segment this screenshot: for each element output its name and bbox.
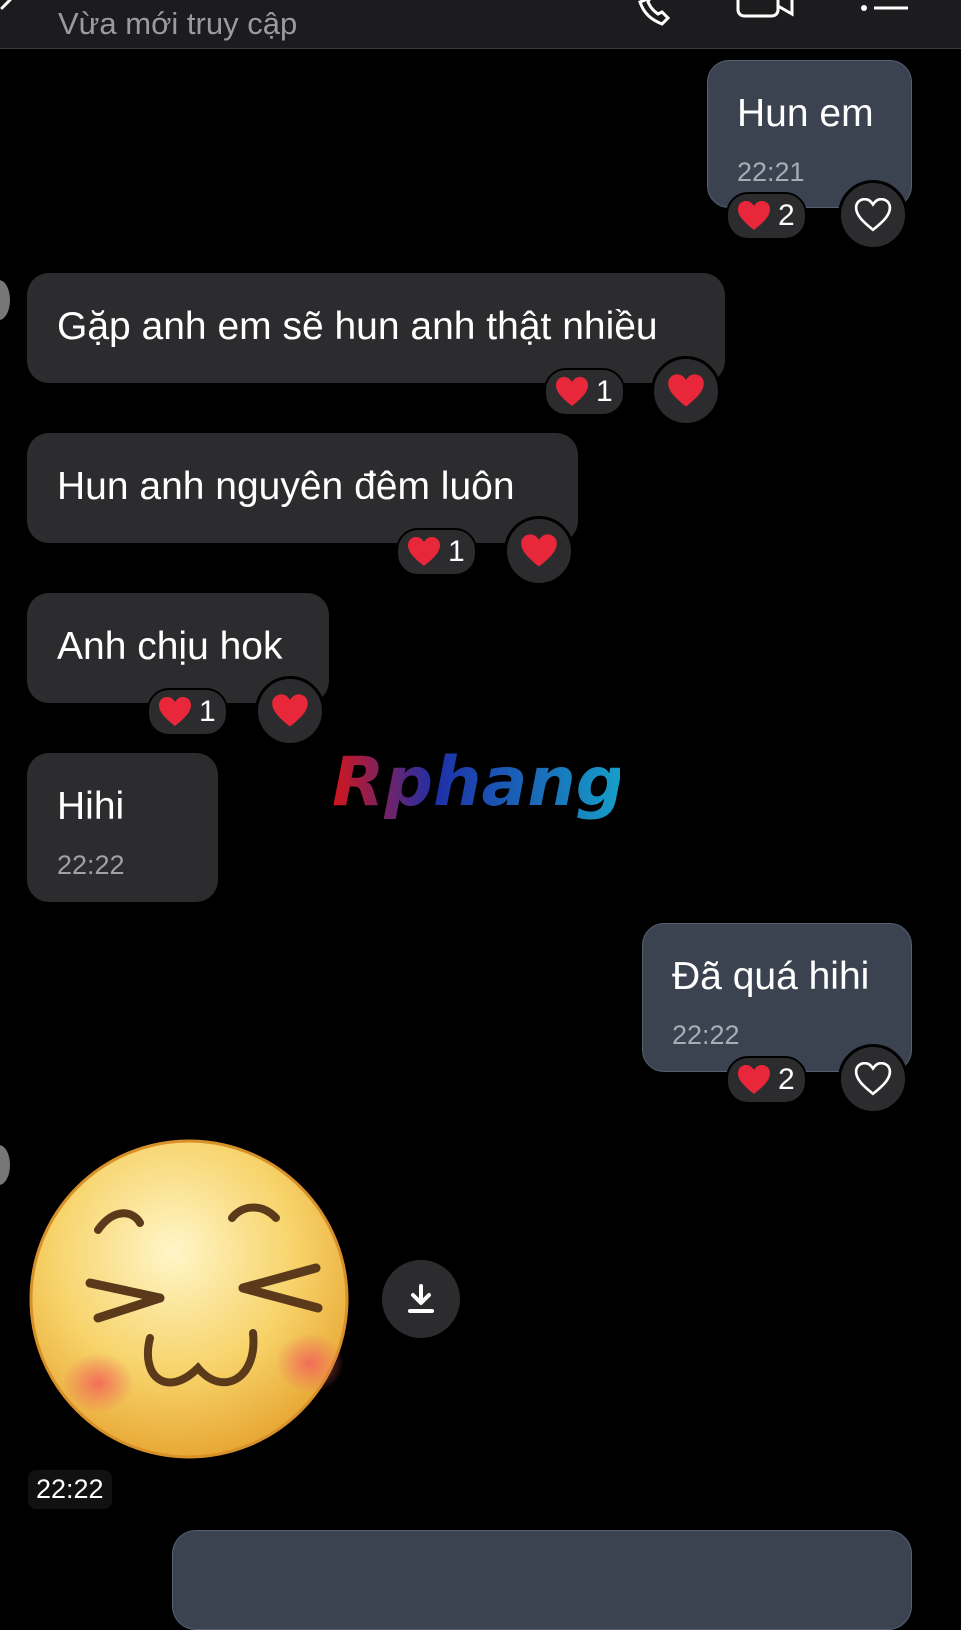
reaction-count-pill[interactable]: 2: [726, 1056, 807, 1104]
heart-outline-icon: [854, 1062, 892, 1096]
message-text: Hihi: [57, 785, 125, 828]
reaction-count: 2: [778, 199, 795, 232]
react-button[interactable]: [838, 180, 908, 250]
react-button[interactable]: [255, 676, 325, 746]
heart-icon: [408, 537, 440, 566]
reaction-count: 1: [199, 695, 216, 728]
heart-icon: [556, 377, 588, 406]
reaction-count-pill[interactable]: 1: [544, 368, 625, 416]
reaction-count-pill[interactable]: 1: [396, 528, 477, 576]
message-time: 22:21: [737, 157, 805, 187]
heart-icon: [272, 694, 308, 727]
reaction-count: 1: [448, 535, 465, 568]
contact-status: Vừa mới truy cập: [58, 6, 298, 41]
message-text: Hun anh nguyên đêm luôn: [57, 465, 515, 508]
message-bubble-sent[interactable]: [172, 1530, 912, 1630]
back-icon[interactable]: [0, 0, 20, 22]
menu-icon[interactable]: [860, 0, 910, 16]
heart-icon: [521, 534, 557, 567]
watermark-text: Rphang: [332, 745, 620, 822]
heart-outline-icon: [854, 198, 892, 232]
reaction-count-pill[interactable]: 2: [726, 192, 807, 240]
avatar[interactable]: [0, 280, 10, 320]
sticker-time: 22:22: [28, 1470, 112, 1509]
heart-icon: [159, 697, 191, 726]
smiley-sticker[interactable]: [28, 1138, 350, 1460]
heart-icon: [738, 1065, 770, 1094]
message-time: 22:22: [57, 850, 125, 880]
react-button[interactable]: [838, 1044, 908, 1114]
phone-call-icon[interactable]: [636, 0, 680, 28]
avatar[interactable]: [0, 1145, 10, 1185]
message-text: Gặp anh em sẽ hun anh thật nhiều: [57, 305, 658, 348]
reaction-count: 1: [596, 375, 613, 408]
message-text: Anh chịu hok: [57, 625, 283, 668]
message-time: 22:22: [672, 1020, 740, 1050]
react-button[interactable]: [504, 516, 574, 586]
watermark-logo: Rphang: [332, 745, 620, 822]
reaction-count: 2: [778, 1063, 795, 1096]
download-button[interactable]: [382, 1260, 460, 1338]
heart-icon: [668, 374, 704, 407]
video-call-icon[interactable]: [736, 0, 796, 20]
reaction-count-pill[interactable]: 1: [147, 688, 228, 736]
download-icon: [408, 1284, 434, 1313]
message-text: Hun em: [737, 92, 874, 135]
react-button[interactable]: [651, 356, 721, 426]
message-text: Đã quá hihi: [672, 955, 870, 998]
heart-icon: [738, 201, 770, 230]
